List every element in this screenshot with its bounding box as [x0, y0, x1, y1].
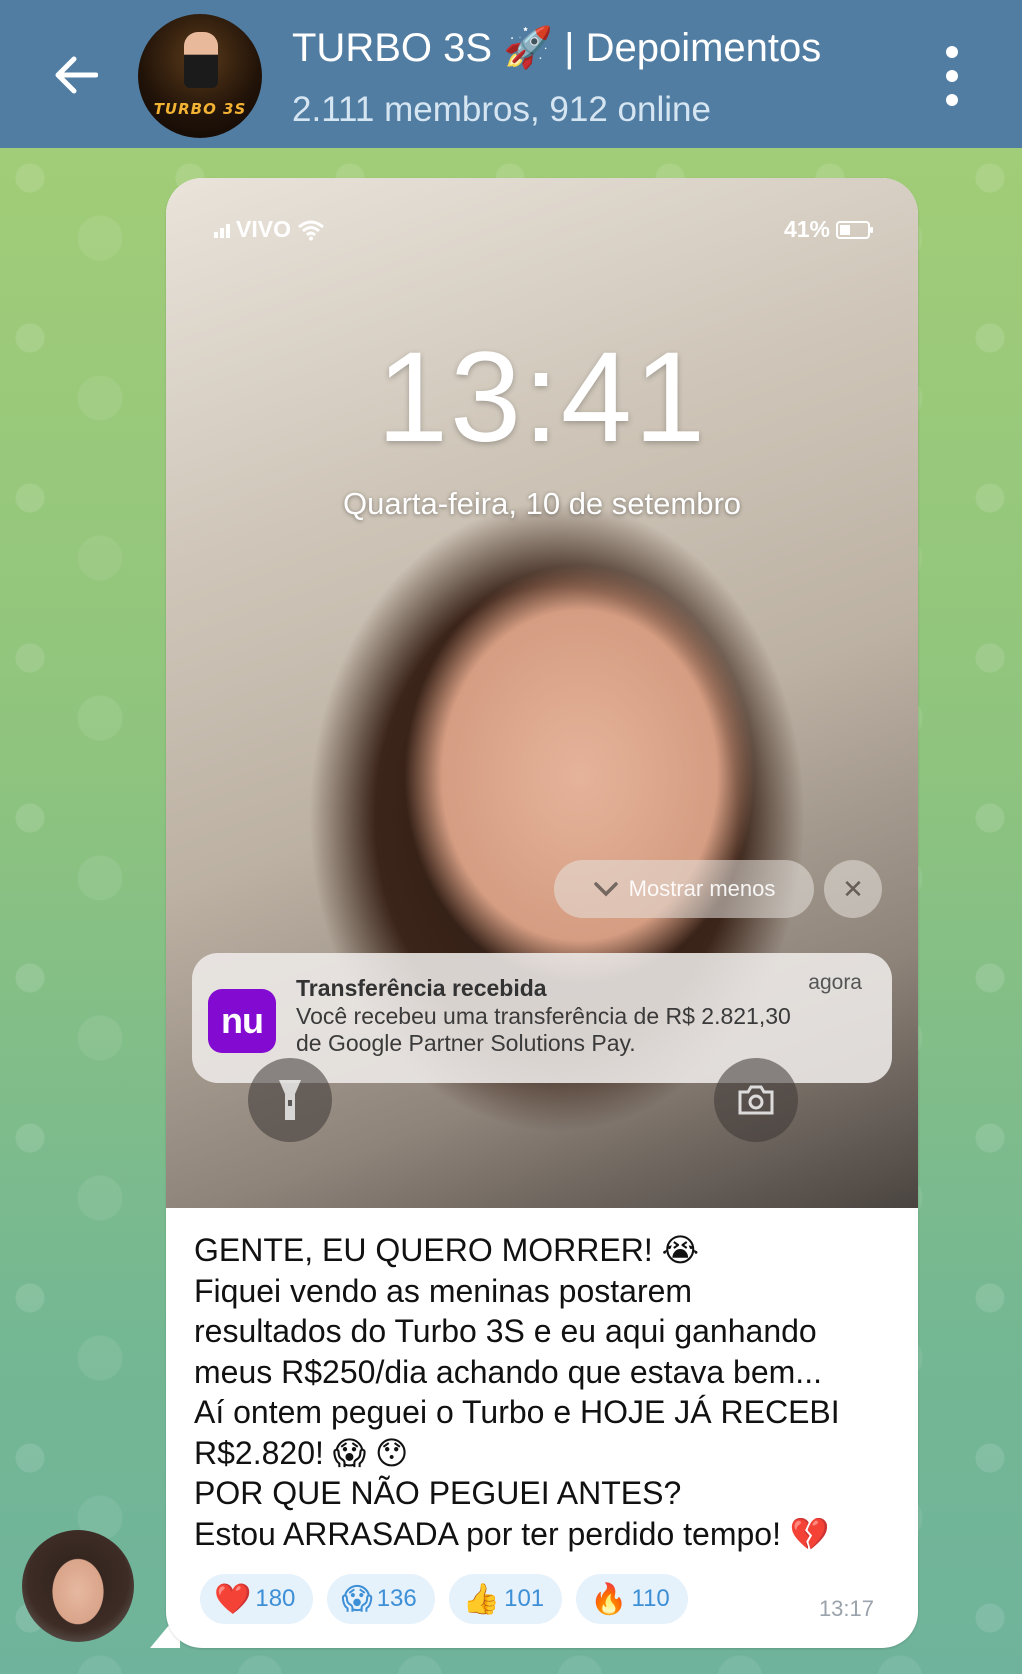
battery-icon — [836, 220, 873, 239]
message-line: POR QUE NÃO PEGUEI ANTES? — [194, 1475, 682, 1511]
reaction-count: 101 — [504, 1585, 545, 1612]
lockscreen-time: 13:41 — [376, 326, 708, 469]
lockscreen-date: Quarta-feira, 10 de setembro — [342, 486, 742, 521]
message-line: Estou ARRASADA por ter perdido tempo! 💔 — [194, 1515, 830, 1552]
scream-face-icon: 😱 — [341, 1582, 373, 1616]
message-line: resultados do Turbo 3S e eu aqui ganhand… — [194, 1313, 817, 1349]
show-less-label: Mostrar menos — [628, 876, 776, 901]
sender-avatar[interactable] — [22, 1530, 134, 1642]
reaction-fire[interactable]: 🔥 110 — [576, 1574, 688, 1624]
show-less-button: Mostrar menos — [554, 860, 814, 918]
reaction-heart[interactable]: ❤️ 180 — [200, 1574, 314, 1624]
close-icon: ✕ — [824, 860, 882, 918]
notification-body-line: Você recebeu uma transferência de R$ 2.8… — [296, 1003, 791, 1029]
channel-title[interactable]: TURBO 3S 🚀 | Depoimentos — [292, 24, 821, 71]
heart-icon: ❤️ — [214, 1582, 252, 1616]
reactions-row: ❤️ 180 😱 136 👍 101 🔥 110 — [200, 1574, 688, 1624]
flashlight-icon — [248, 1058, 332, 1142]
reaction-count: 110 — [631, 1585, 670, 1612]
message-bubble[interactable]: VIVO 41% 13:41 Quarta-feira, 10 de setem… — [166, 178, 918, 1648]
notification-body-line: de Google Partner Solutions Pay. — [296, 1030, 636, 1056]
phone-status-bar: VIVO 41% — [214, 216, 873, 246]
signal-icon — [214, 222, 230, 238]
message-line: GENTE, EU QUERO MORRER! 😭 — [194, 1232, 699, 1268]
fire-icon: 🔥 — [590, 1582, 628, 1616]
message-line: Aí ontem peguei o Turbo e HOJE JÁ RECEBI — [194, 1394, 840, 1430]
back-button[interactable] — [40, 40, 110, 110]
notification-body: Você recebeu uma transferência de R$ 2.8… — [296, 1003, 878, 1057]
nubank-app-icon: nu — [208, 989, 276, 1053]
thumbs-up-icon: 👍 — [462, 1582, 501, 1616]
avatar-figure — [184, 32, 218, 88]
camera-icon — [714, 1058, 798, 1142]
battery-percent: 41% — [783, 216, 830, 242]
carrier-name: VIVO — [236, 216, 291, 242]
chevron-down-icon — [593, 882, 618, 897]
arrow-left-icon — [55, 56, 98, 94]
notification-time: agora — [808, 971, 862, 994]
reaction-count: 180 — [255, 1585, 296, 1612]
dot-icon — [946, 46, 958, 58]
wifi-icon — [298, 220, 324, 240]
avatar-logo-text: TURBO 3S — [153, 100, 247, 118]
channel-member-count: 2.111 membros, 912 online — [292, 90, 711, 129]
message-timestamp: 13:17 — [818, 1596, 874, 1621]
reaction-count: 136 — [376, 1585, 417, 1612]
message-line: meus R$250/dia achando que estava bem... — [194, 1353, 822, 1390]
reaction-thumbs-up[interactable]: 👍 101 — [448, 1574, 563, 1624]
message-photo[interactable]: VIVO 41% 13:41 Quarta-feira, 10 de setem… — [166, 178, 918, 1208]
notification-title: Transferência recebida — [296, 975, 547, 1001]
channel-avatar[interactable]: TURBO 3S — [138, 14, 262, 138]
message-line: R$2.820! 😱 😯 — [194, 1434, 409, 1471]
dot-icon — [946, 94, 958, 106]
reaction-scream[interactable]: 😱 136 — [327, 1574, 435, 1624]
chat-header: TURBO 3S TURBO 3S 🚀 | Depoimentos 2.111 … — [0, 0, 1022, 148]
dot-icon — [946, 70, 958, 82]
message-text: GENTE, EU QUERO MORRER! 😭 Fiquei vendo a… — [194, 1230, 894, 1554]
more-options-button[interactable] — [935, 46, 969, 106]
message-line: Fiquei vendo as meninas postarem — [194, 1272, 693, 1309]
